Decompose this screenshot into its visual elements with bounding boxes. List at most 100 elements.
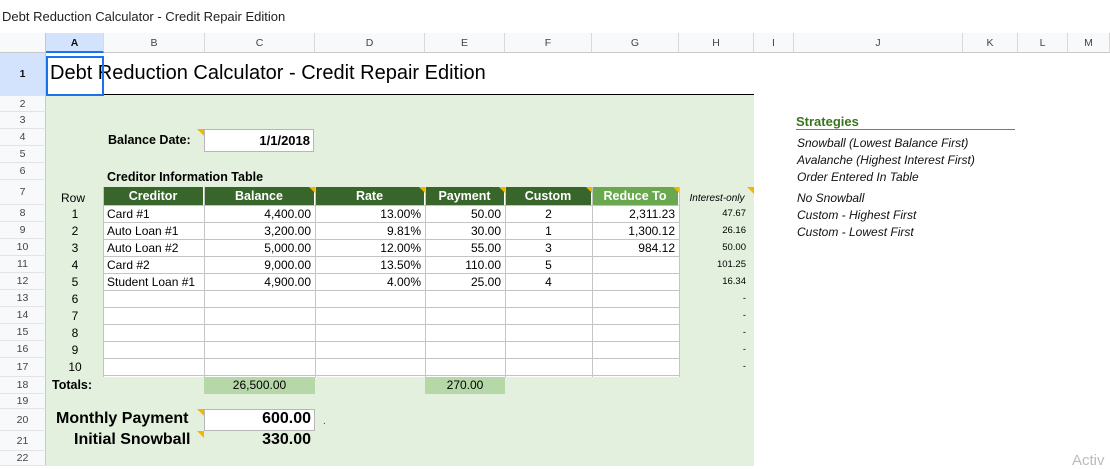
- row-number: 7: [71, 309, 79, 323]
- balance-cell[interactable]: 3,200.00: [204, 224, 311, 238]
- row-number: 1: [71, 207, 79, 221]
- balance-cell[interactable]: 9,000.00: [204, 258, 311, 272]
- column-header-b[interactable]: B: [104, 33, 205, 53]
- row-number: 3: [71, 241, 79, 255]
- payment-cell[interactable]: 30.00: [425, 224, 501, 238]
- interest-only-cell: -: [742, 344, 746, 355]
- row-header-22[interactable]: 22: [0, 451, 46, 466]
- interest-only-cell: -: [742, 327, 746, 338]
- row-header-12[interactable]: 12: [0, 273, 46, 290]
- column-header-k[interactable]: K: [963, 33, 1018, 53]
- row-header-2[interactable]: 2: [0, 96, 46, 112]
- rate-cell[interactable]: 13.00%: [315, 207, 421, 221]
- column-header-i[interactable]: I: [754, 33, 794, 53]
- row-number: 5: [71, 275, 79, 289]
- row-header-16[interactable]: 16: [0, 341, 46, 358]
- balance-cell[interactable]: 4,400.00: [204, 207, 311, 221]
- sheet-title: Debt Reduction Calculator - Credit Repai…: [50, 62, 486, 84]
- total-payment: 270.00: [425, 377, 505, 394]
- strategies-underline: [796, 129, 1015, 130]
- row-label: Row: [61, 191, 86, 205]
- rate-cell[interactable]: 12.00%: [315, 241, 421, 255]
- custom-cell[interactable]: 1: [505, 224, 592, 238]
- row-header-11[interactable]: 11: [0, 256, 46, 273]
- rate-cell[interactable]: 4.00%: [315, 275, 421, 289]
- payment-cell[interactable]: 50.00: [425, 207, 501, 221]
- row-header-5[interactable]: 5: [0, 146, 46, 163]
- column-header-f[interactable]: F: [505, 33, 592, 53]
- column-header-a[interactable]: A: [46, 33, 104, 53]
- creditor-cell[interactable]: Card #2: [107, 258, 204, 272]
- strategy-item: Snowball (Lowest Balance First): [797, 136, 969, 150]
- row-header-13[interactable]: 13: [0, 290, 46, 307]
- reduce-to-cell[interactable]: 984.12: [592, 241, 675, 255]
- row-header-9[interactable]: 9: [0, 222, 46, 239]
- balance-cell[interactable]: 4,900.00: [204, 275, 311, 289]
- active-cell-selection[interactable]: [46, 56, 104, 96]
- row-header-15[interactable]: 15: [0, 324, 46, 341]
- row-header-1[interactable]: 1: [0, 53, 46, 96]
- activate-watermark: Activ: [1072, 452, 1105, 469]
- select-all-corner[interactable]: [0, 33, 46, 53]
- reduce-to-cell[interactable]: 1,300.12: [592, 224, 675, 238]
- header-rate: Rate: [315, 187, 425, 205]
- rate-cell[interactable]: 13.50%: [315, 258, 421, 272]
- row-header-10[interactable]: 10: [0, 239, 46, 256]
- balance-cell[interactable]: 5,000.00: [204, 241, 311, 255]
- strategies-title: Strategies: [796, 114, 859, 129]
- interest-only-cell: 47.67: [722, 208, 746, 219]
- payment-cell[interactable]: 55.00: [425, 241, 501, 255]
- row-number: 6: [71, 292, 79, 306]
- column-header-l[interactable]: L: [1018, 33, 1068, 53]
- column-header-g[interactable]: G: [592, 33, 679, 53]
- custom-cell[interactable]: 3: [505, 241, 592, 255]
- custom-cell[interactable]: 4: [505, 275, 592, 289]
- balance-date-label: Balance Date:: [108, 133, 191, 147]
- balance-date-value: 1/1/2018: [259, 133, 310, 148]
- row-header-19[interactable]: 19: [0, 394, 46, 409]
- row-header-18[interactable]: 18: [0, 377, 46, 394]
- column-header-c[interactable]: C: [205, 33, 315, 53]
- payment-cell[interactable]: 110.00: [425, 258, 501, 272]
- row-header-3[interactable]: 3: [0, 112, 46, 129]
- column-header-m[interactable]: M: [1068, 33, 1110, 53]
- note-marker-icon: [197, 431, 204, 438]
- interest-only-cell: -: [742, 310, 746, 321]
- payment-cell[interactable]: 25.00: [425, 275, 501, 289]
- creditor-cell[interactable]: Auto Loan #1: [107, 224, 204, 238]
- column-header-h[interactable]: H: [679, 33, 754, 53]
- column-header-j[interactable]: J: [794, 33, 963, 53]
- row-number: 9: [71, 343, 79, 357]
- reduce-to-cell[interactable]: 2,311.23: [592, 207, 675, 221]
- header-creditor: Creditor: [103, 187, 204, 205]
- row-header-6[interactable]: 6: [0, 163, 46, 180]
- initial-snowball-value: 330.00: [262, 431, 311, 448]
- monthly-payment-value: 600.00: [262, 410, 311, 427]
- creditor-cell[interactable]: Student Loan #1: [107, 275, 204, 289]
- header-balance: Balance: [204, 187, 315, 205]
- rate-cell[interactable]: 9.81%: [315, 224, 421, 238]
- row-header-21[interactable]: 21: [0, 431, 46, 451]
- window-title: Debt Reduction Calculator - Credit Repai…: [0, 0, 1110, 33]
- creditor-cell[interactable]: Auto Loan #2: [107, 241, 204, 255]
- row-header-4[interactable]: 4: [0, 129, 46, 146]
- note-marker-icon: [197, 129, 204, 136]
- totals-label: Totals:: [52, 378, 93, 392]
- row-header-7[interactable]: 7: [0, 180, 46, 205]
- row-header-8[interactable]: 8: [0, 205, 46, 222]
- custom-cell[interactable]: 2: [505, 207, 592, 221]
- monthly-payment-label: Monthly Payment: [56, 410, 189, 427]
- column-header-e[interactable]: E: [425, 33, 505, 53]
- interest-only-cell: -: [742, 361, 746, 372]
- strategy-item: Custom - Lowest First: [797, 225, 914, 239]
- row-header-14[interactable]: 14: [0, 307, 46, 324]
- custom-cell[interactable]: 5: [505, 258, 592, 272]
- interest-only-cell: 26.16: [722, 225, 746, 236]
- row-header-20[interactable]: 20: [0, 409, 46, 431]
- header-payment: Payment: [425, 187, 505, 205]
- note-marker-icon: [747, 187, 754, 194]
- column-header-d[interactable]: D: [315, 33, 425, 53]
- interest-only-cell: 16.34: [722, 276, 746, 287]
- creditor-cell[interactable]: Card #1: [107, 207, 204, 221]
- row-header-17[interactable]: 17: [0, 358, 46, 377]
